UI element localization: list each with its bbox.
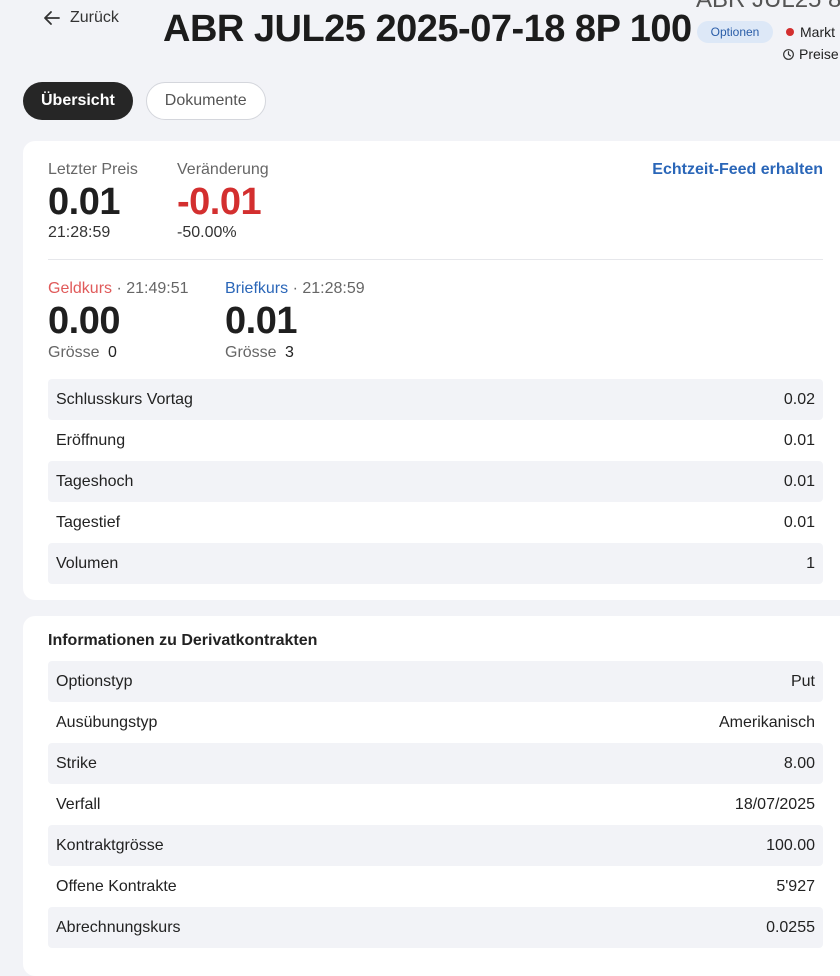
stat-row: Tagestief 0.01: [48, 502, 823, 543]
stat-value: 0.02: [783, 390, 815, 408]
derivative-row: Optionstyp Put: [48, 661, 823, 702]
stat-label: Tagestief: [56, 513, 121, 531]
change-label: Veränderung: [177, 161, 269, 178]
status-dot-icon: [786, 28, 794, 36]
back-label: Zurück: [70, 9, 119, 26]
divider: [48, 259, 823, 260]
change-percent: -50.00%: [177, 224, 237, 241]
derivative-row: Ausübungstyp Amerikanisch: [48, 702, 823, 743]
stat-row: Eröffnung 0.01: [48, 420, 823, 461]
ask-label: Briefkurs: [225, 280, 289, 297]
prices-label: Preise: [799, 46, 839, 62]
derivative-label: Optionstyp: [56, 672, 133, 690]
bid-time: · 21:49:51: [116, 280, 189, 297]
stat-label: Tageshoch: [56, 472, 134, 490]
market-status-label: Markt: [800, 24, 835, 40]
change-block: Veränderung -0.01 -50.00%: [177, 161, 269, 242]
section-title: Informationen zu Derivatkontrakten: [48, 632, 318, 649]
stat-row: Tageshoch 0.01: [48, 461, 823, 502]
asset-type-badge: Optionen: [697, 21, 773, 43]
derivative-label: Kontraktgrösse: [56, 836, 164, 854]
secondary-title: ABR JUL25 8: [696, 0, 840, 14]
derivative-value: 8.00: [783, 754, 815, 772]
derivative-label: Offene Kontrakte: [56, 877, 177, 895]
stat-value: 0.01: [783, 472, 815, 490]
derivative-label: Verfall: [56, 795, 101, 813]
bid-block: Geldkurs · 21:49:51 0.00 Grösse 0: [48, 280, 189, 362]
stat-value: 0.01: [783, 513, 815, 531]
last-price-time: 21:28:59: [48, 224, 111, 241]
tab-bar: Übersicht Dokumente: [23, 82, 266, 120]
derivative-label: Strike: [56, 754, 97, 772]
page-header: Zurück ABR JUL25 2025-07-18 8P 100 ABR J…: [0, 0, 840, 72]
stat-value: 1: [806, 554, 815, 572]
ask-size-value: 3: [285, 344, 294, 361]
last-price-label: Letzter Preis: [48, 161, 138, 178]
stat-label: Volumen: [56, 554, 119, 572]
derivative-card: Informationen zu Derivatkontrakten Optio…: [23, 616, 840, 976]
history-icon: [783, 48, 794, 60]
stat-value: 0.01: [783, 431, 815, 449]
derivative-value: Amerikanisch: [718, 713, 815, 731]
realtime-feed-link[interactable]: Echtzeit-Feed erhalten: [652, 161, 823, 179]
arrow-left-icon: [44, 11, 60, 25]
back-button[interactable]: Zurück: [42, 8, 119, 28]
bid-value: 0.00: [48, 300, 120, 342]
tab-documents[interactable]: Dokumente: [145, 82, 266, 120]
bid-label: Geldkurs: [48, 280, 113, 297]
prices-info[interactable]: Preise: [782, 46, 839, 62]
derivative-table: Optionstyp Put Ausübungstyp Amerikanisch S…: [48, 661, 823, 948]
change-value: -0.01: [177, 181, 262, 223]
stat-row: Volumen 1: [48, 543, 823, 584]
derivative-value: 100.00: [766, 836, 815, 854]
derivative-row: Strike 8.00: [48, 743, 823, 784]
page-title: ABR JUL25 2025-07-18 8P 100: [163, 8, 692, 50]
bid-size-value: 0: [108, 344, 117, 361]
derivative-value: 18/07/2025: [734, 795, 815, 813]
quote-card: Letzter Preis 0.01 21:28:59 Veränderung …: [23, 141, 840, 600]
stat-label: Schlusskurs Vortag: [56, 390, 193, 408]
derivative-row: Verfall 18/07/2025: [48, 784, 823, 825]
market-status: Markt: [786, 24, 835, 40]
derivative-row: Abrechnungskurs 0.0255: [48, 907, 823, 948]
ask-value: 0.01: [225, 300, 297, 342]
derivative-label: Abrechnungskurs: [56, 918, 181, 936]
tab-overview[interactable]: Übersicht: [23, 82, 133, 120]
last-price-value: 0.01: [48, 181, 120, 223]
ask-block: Briefkurs · 21:28:59 0.01 Grösse 3: [225, 280, 365, 362]
ask-size-label: Grösse: [225, 344, 277, 361]
derivative-value: 0.0255: [766, 918, 815, 936]
ask-time: · 21:28:59: [292, 280, 365, 297]
derivative-value: 5'927: [776, 877, 815, 895]
derivative-row: Kontraktgrösse 100.00: [48, 825, 823, 866]
derivative-value: Put: [790, 672, 815, 690]
stat-row: Schlusskurs Vortag 0.02: [48, 379, 823, 420]
last-price-block: Letzter Preis 0.01 21:28:59: [48, 161, 138, 242]
bid-size-label: Grösse: [48, 344, 100, 361]
derivative-row: Offene Kontrakte 5'927: [48, 866, 823, 907]
derivative-label: Ausübungstyp: [56, 713, 158, 731]
stats-table: Schlusskurs Vortag 0.02 Eröffnung 0.01 Tag…: [48, 379, 823, 584]
stat-label: Eröffnung: [56, 431, 126, 449]
